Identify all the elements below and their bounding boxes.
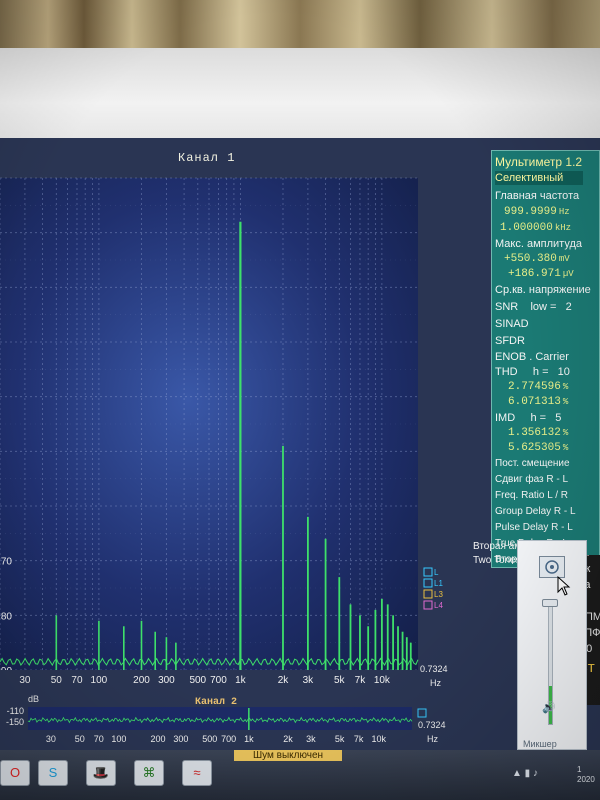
x-tick-label: 100 <box>91 675 108 686</box>
x-axis-band <box>0 670 460 690</box>
channel2-x-tick: 30 <box>46 734 56 744</box>
channel2-y-unit: dB <box>28 694 39 704</box>
channel2-x-tick: 3k <box>306 734 316 744</box>
x-tick-label: 7k <box>355 675 367 686</box>
x-axis-unit: Hz <box>430 678 441 688</box>
x-tick-label: 70 <box>71 675 83 686</box>
enob-label[interactable]: ENOB . Carrier <box>495 350 569 364</box>
imd-row[interactable]: IMD h = 5 <box>495 411 561 425</box>
volume-slider-thumb[interactable] <box>542 599 558 607</box>
channel2-x-unit: Hz <box>427 734 438 744</box>
channel1-spectrum-plot[interactable]: 7080-903050701002003005007001k2k3k5k7k10… <box>0 170 460 690</box>
legend-label: L4 <box>434 601 443 610</box>
device-icon[interactable] <box>539 556 565 578</box>
channel2-x-tick: 500 <box>202 734 217 744</box>
channel2-x-tick: 300 <box>173 734 188 744</box>
taskbar-app-icon[interactable]: ⌘ <box>134 760 164 786</box>
group-delay-label[interactable]: Group Delay R - L <box>495 505 576 519</box>
x-tick-label: 50 <box>51 675 63 686</box>
taskbar-opera-icon[interactable]: O <box>0 760 30 786</box>
channel2-x-tick: 10k <box>372 734 387 744</box>
max-amp-label[interactable]: Макс. амплитуда <box>495 237 582 251</box>
channel2-y-tick: -150 <box>6 717 24 727</box>
volume-mixer-popup[interactable]: 🔊 Микшер <box>517 540 587 750</box>
imd-value-2: 5.625305% <box>508 442 569 454</box>
x-tick-label: 5k <box>334 675 346 686</box>
x-tick-label: 10k <box>374 675 391 686</box>
channel2-x-tick: 1k <box>244 734 254 744</box>
noise-status-message: Шум выключен <box>234 750 342 761</box>
phase-shift-label[interactable]: Сдвиг фаз R - L <box>495 473 568 487</box>
legend-box <box>423 600 433 610</box>
legend-box <box>423 589 433 599</box>
thd-value-2: 6.071313% <box>508 396 569 408</box>
max-amp-value-1: +550.380 mV <box>504 253 570 265</box>
main-freq-khz: 1.000000 kHz <box>500 222 572 234</box>
system-tray-icons[interactable]: ▲ ▮ ♪ <box>512 768 538 779</box>
channel2-x-tick: 2k <box>283 734 293 744</box>
taskbar-skype-icon[interactable]: S <box>38 760 68 786</box>
legend-box <box>423 567 433 577</box>
freq-ratio-label[interactable]: Freq. Ratio L / R <box>495 489 568 503</box>
channel2-x-tick: 200 <box>150 734 165 744</box>
thd-value-1: 2.774596% <box>508 381 569 393</box>
sinad-label[interactable]: SINAD <box>495 317 529 331</box>
main-freq-label[interactable]: Главная частота <box>495 189 579 203</box>
taskbar-clock[interactable]: 1 2020 <box>577 765 595 785</box>
taskbar-hat-icon[interactable]: 🎩 <box>86 760 116 786</box>
x-tick-label: 700 <box>210 675 227 686</box>
dc-offset-label[interactable]: Пост. смещение <box>495 457 570 471</box>
background-curtain <box>0 0 600 52</box>
max-amp-value-2: +186.971 µV <box>508 268 574 280</box>
legend-box <box>423 578 433 588</box>
channel2-x-tick: 70 <box>94 734 104 744</box>
channel2-x-tick: 100 <box>111 734 126 744</box>
mode-selector[interactable]: Селективный <box>495 171 584 185</box>
x-tick-label: 2k <box>278 675 290 686</box>
x-tick-label: 3k <box>303 675 315 686</box>
y-tick-label: 70 <box>1 557 13 568</box>
legend-label: L1 <box>434 579 443 588</box>
mouse-cursor-icon <box>557 576 571 596</box>
multimeter-panel[interactable]: Мультиметр 1.2 Селективный Главная часто… <box>491 150 600 568</box>
x-tick-label: 300 <box>158 675 175 686</box>
snr-row[interactable]: SNR low = 2 <box>495 300 572 314</box>
channel2-y-tick: -110 <box>7 706 24 716</box>
legend-label: L3 <box>434 590 443 599</box>
x-tick-label: 30 <box>19 675 31 686</box>
channel2-x-tick: 50 <box>75 734 85 744</box>
channel2-readout: 0.7324 <box>418 720 446 730</box>
readout-value: 0.7324 <box>420 664 448 674</box>
channel2-title: Канал 2 <box>195 697 238 708</box>
channel2-x-tick: 5k <box>335 734 345 744</box>
pulse-delay-label[interactable]: Pulse Delay R - L <box>495 521 573 535</box>
channel2-x-tick: 700 <box>221 734 236 744</box>
y-tick-label: 80 <box>1 611 13 622</box>
speaker-icon[interactable]: 🔊 <box>542 701 556 714</box>
sfdr-label[interactable]: SFDR <box>495 334 525 348</box>
imd-value-1: 1.356132% <box>508 427 569 439</box>
legend-label: L <box>434 568 439 577</box>
main-freq-hz: 999.9999 Hz <box>504 206 570 218</box>
thd-row[interactable]: THD h = 10 <box>495 365 570 379</box>
rms-label[interactable]: Ср.кв. напряжение <box>495 283 591 297</box>
x-tick-label: 1k <box>235 675 247 686</box>
x-tick-label: 200 <box>133 675 150 686</box>
channel2-x-tick: 7k <box>354 734 364 744</box>
mixer-label[interactable]: Микшер <box>523 739 557 749</box>
taskbar-wave-icon[interactable]: ≈ <box>182 760 212 786</box>
x-tick-label: 500 <box>189 675 206 686</box>
channel1-title: Канал 1 <box>178 151 236 165</box>
multimeter-title: Мультиметр 1.2 <box>495 155 583 169</box>
monitor-bezel <box>0 48 600 140</box>
